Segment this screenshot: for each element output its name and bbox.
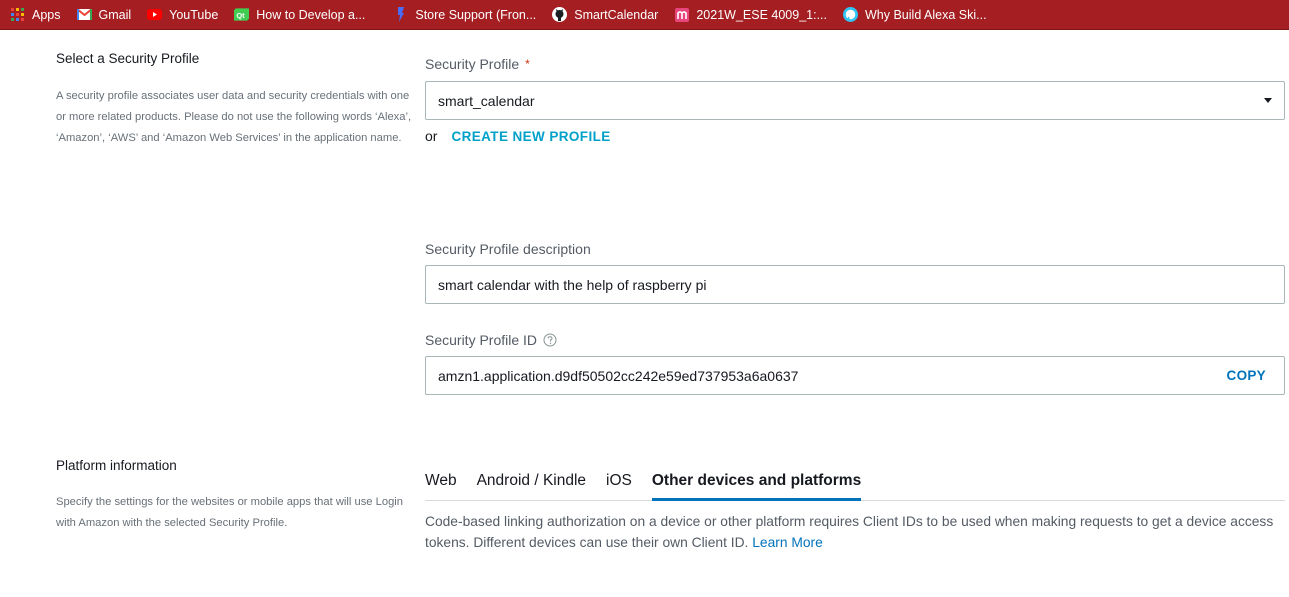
create-profile-row: or CREATE NEW PROFILE [425, 128, 611, 144]
bookmark-label: Store Support (Fron... [415, 7, 537, 22]
security-profile-label-text: Security Profile [425, 56, 520, 72]
moodle-icon [674, 7, 689, 22]
learn-more-link[interactable]: Learn More [752, 535, 823, 550]
profile-id-label: Security Profile ID [425, 332, 557, 348]
security-section-title: Select a Security Profile [56, 51, 200, 66]
tab-android-kindle[interactable]: Android / Kindle [477, 470, 586, 501]
platform-tab-content: Code-based linking authorization on a de… [425, 511, 1285, 553]
gmail-icon [76, 7, 92, 22]
profile-description-value: smart calendar with the help of raspberr… [438, 276, 707, 293]
bookmark-label: Gmail [98, 7, 132, 22]
profile-description-label: Security Profile description [425, 241, 591, 257]
youtube-icon [147, 7, 163, 22]
svg-text:Qt: Qt [237, 11, 246, 20]
profile-id-value: amzn1.application.d9df50502cc242e59ed737… [438, 367, 799, 384]
store-support-icon [393, 7, 408, 22]
or-text: or [425, 128, 438, 144]
bookmark-label: YouTube [169, 7, 219, 22]
platform-tab-text: Code-based linking authorization on a de… [425, 514, 1274, 550]
security-section-description: A security profile associates user data … [56, 90, 412, 144]
alexa-icon [843, 7, 858, 22]
tab-ios[interactable]: iOS [606, 470, 632, 501]
bookmark-store-support[interactable]: Store Support (Fron... [393, 7, 536, 22]
security-profile-label: Security Profile * [425, 56, 530, 72]
caret-down-icon [1264, 98, 1272, 103]
bookmark-label: Why Build Alexa Ski... [865, 7, 987, 22]
tab-web[interactable]: Web [425, 470, 457, 501]
bookmark-label: How to Develop a... [256, 7, 366, 22]
copy-button[interactable]: COPY [1227, 368, 1266, 383]
profile-id-field[interactable]: amzn1.application.d9df50502cc242e59ed737… [425, 356, 1285, 395]
qt-icon: Qt [234, 7, 250, 22]
platform-section-description: Specify the settings for the websites or… [56, 496, 403, 529]
platform-tabs: Web Android / Kindle iOS Other devices a… [425, 470, 1285, 501]
required-marker: * [525, 57, 530, 71]
bookmark-apps[interactable]: Apps [10, 7, 61, 22]
create-new-profile-link[interactable]: CREATE NEW PROFILE [451, 129, 610, 144]
security-profile-select[interactable]: smart_calendar [425, 81, 1285, 120]
github-icon [552, 7, 568, 22]
tab-other-devices[interactable]: Other devices and platforms [651, 470, 862, 501]
bookmark-youtube[interactable]: YouTube [147, 7, 218, 22]
bookmark-smartcalendar[interactable]: SmartCalendar [552, 7, 658, 22]
bookmark-gmail[interactable]: Gmail [76, 7, 132, 22]
bookmark-qt[interactable]: Qt How to Develop a... [234, 7, 365, 22]
help-circle-icon[interactable] [543, 333, 557, 347]
profile-id-label-text: Security Profile ID [425, 332, 538, 348]
security-profile-selected-value: smart_calendar [438, 92, 535, 109]
profile-description-field[interactable]: smart calendar with the help of raspberr… [425, 265, 1285, 304]
bookmark-label: 2021W_ESE 4009_1:... [696, 7, 827, 22]
bookmark-moodle[interactable]: 2021W_ESE 4009_1:... [674, 7, 827, 22]
apps-grid-icon [10, 7, 25, 22]
bookmark-label: Apps [32, 7, 61, 22]
platform-section-title: Platform information [56, 458, 177, 473]
bookmark-label: SmartCalendar [574, 7, 659, 22]
bookmarks-bar: Apps Gmail YouTube Qt How to Develop a..… [0, 0, 1289, 30]
bookmark-alexa[interactable]: Why Build Alexa Ski... [843, 7, 987, 22]
